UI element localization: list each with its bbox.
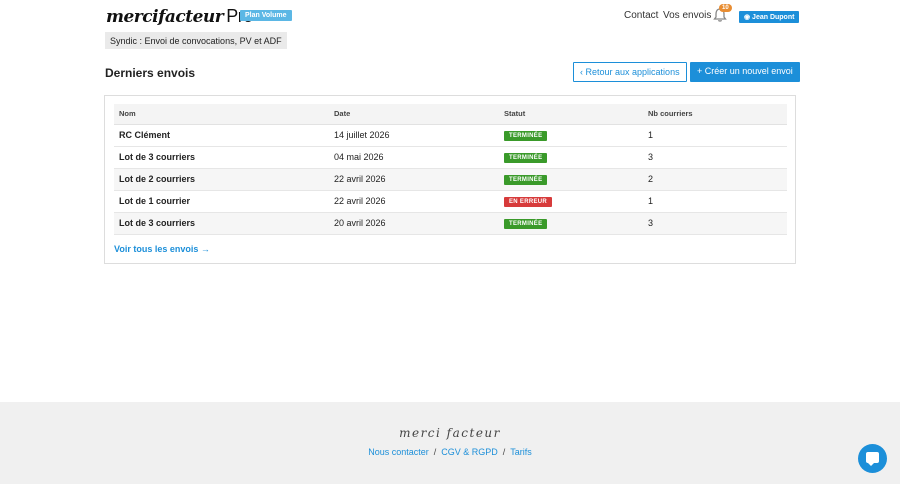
footer-separator: /	[433, 447, 437, 457]
header-statut: Statut	[499, 104, 643, 125]
footer-separator: /	[502, 447, 506, 457]
cell-date: 22 avril 2026	[329, 190, 499, 213]
chat-icon	[866, 452, 879, 466]
status-badge: TERMINÉE	[504, 219, 548, 229]
cell-date: 14 juillet 2026	[329, 124, 499, 147]
syndic-label: Syndic : Envoi de convocations, PV et AD…	[105, 32, 287, 49]
footer-link-tarifs[interactable]: Tarifs	[510, 447, 532, 457]
table-row[interactable]: Lot de 3 courriers 20 avril 2026 TERMINÉ…	[114, 212, 787, 235]
envois-table: Nom Date Statut Nb courriers RC Clément …	[114, 104, 787, 235]
retour-button[interactable]: ‹ Retour aux applications	[573, 62, 687, 82]
footer-link-cgv[interactable]: CGV & RGPD	[441, 447, 498, 457]
cell-statut: TERMINÉE	[499, 212, 643, 235]
section-title: Derniers envois	[105, 66, 196, 80]
cell-nom[interactable]: Lot de 3 courriers	[114, 212, 329, 235]
footer-links: Nous contacter / CGV & RGPD / Tarifs	[0, 447, 900, 457]
header-date: Date	[329, 104, 499, 125]
cell-statut: TERMINÉE	[499, 146, 643, 169]
create-envoi-button[interactable]: + Créer un nouvel envoi	[690, 62, 800, 82]
logo[interactable]: mercifacteurPro	[106, 6, 253, 27]
plan-badge: Plan Volume	[240, 10, 292, 21]
chat-button[interactable]	[858, 444, 887, 473]
notification-count: 10	[719, 4, 732, 12]
cell-nom[interactable]: Lot de 2 courriers	[114, 168, 329, 191]
table-row[interactable]: Lot de 2 courriers 22 avril 2026 TERMINÉ…	[114, 168, 787, 191]
envois-panel: Nom Date Statut Nb courriers RC Clément …	[104, 95, 796, 264]
table-row[interactable]: Lot de 3 courriers 04 mai 2026 TERMINÉE …	[114, 146, 787, 169]
cell-statut: EN ERREUR	[499, 190, 643, 213]
cell-nom[interactable]: Lot de 1 courrier	[114, 190, 329, 213]
nav-envois-link[interactable]: Vos envois	[663, 10, 711, 21]
cell-statut: TERMINÉE	[499, 124, 643, 147]
retour-label: Retour aux applications	[585, 67, 680, 77]
cell-nb: 2	[643, 168, 787, 191]
status-badge: TERMINÉE	[504, 175, 548, 185]
cell-date: 22 avril 2026	[329, 168, 499, 191]
footer-link-contact[interactable]: Nous contacter	[368, 447, 429, 457]
cell-statut: TERMINÉE	[499, 168, 643, 191]
cell-nom[interactable]: Lot de 3 courriers	[114, 146, 329, 169]
header-nom: Nom	[114, 104, 329, 125]
cell-date: 20 avril 2026	[329, 212, 499, 235]
nav-contact-link[interactable]: Contact	[624, 10, 658, 21]
table-row[interactable]: Lot de 1 courrier 22 avril 2026 EN ERREU…	[114, 190, 787, 213]
cell-nb: 3	[643, 212, 787, 235]
footer: merci facteur Nous contacter / CGV & RGPD /…	[0, 402, 900, 484]
cell-nb: 1	[643, 124, 787, 147]
user-account-button[interactable]: ◉ Jean Dupont	[739, 11, 800, 23]
cell-nom[interactable]: RC Clément	[114, 124, 329, 147]
status-badge: EN ERREUR	[504, 197, 553, 207]
footer-logo: merci facteur	[399, 426, 501, 440]
table-header-row: Nom Date Statut Nb courriers	[114, 104, 787, 125]
header-nb-courriers: Nb courriers	[643, 104, 787, 125]
status-badge: TERMINÉE	[504, 131, 548, 141]
status-badge: TERMINÉE	[504, 153, 548, 163]
voir-tous-link[interactable]: Voir tous les envois →	[114, 244, 210, 254]
cell-nb: 3	[643, 146, 787, 169]
cell-date: 04 mai 2026	[329, 146, 499, 169]
chevron-left-icon: ‹	[580, 67, 583, 77]
logo-text: mercifacteur	[106, 7, 224, 27]
table-row[interactable]: RC Clément 14 juillet 2026 TERMINÉE 1	[114, 124, 787, 147]
cell-nb: 1	[643, 190, 787, 213]
